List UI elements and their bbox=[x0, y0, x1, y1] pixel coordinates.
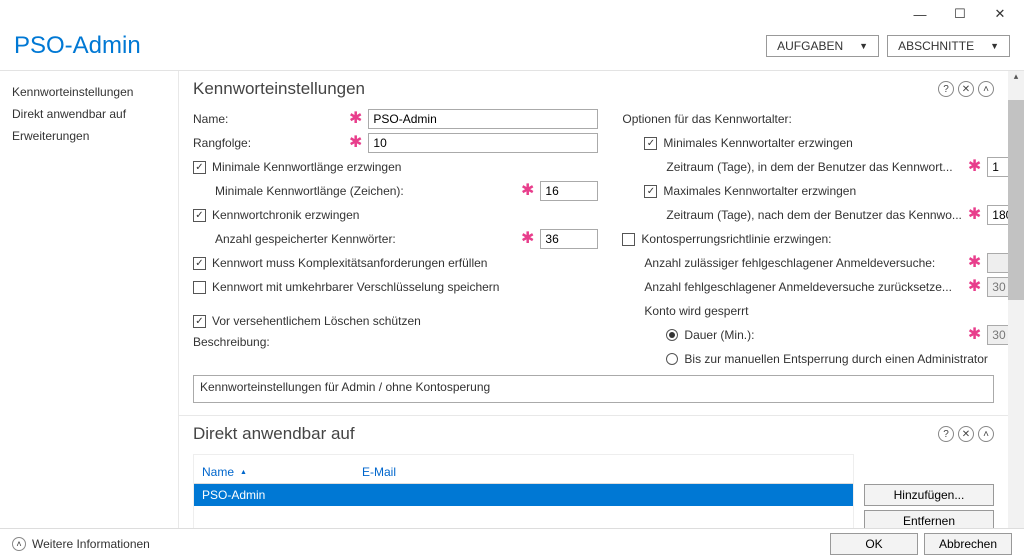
manual-unlock-radio[interactable] bbox=[666, 353, 678, 365]
table-row[interactable]: PSO-Admin bbox=[194, 484, 853, 506]
close-section-icon[interactable]: ✕ bbox=[958, 81, 974, 97]
required-icon: ✱ bbox=[349, 137, 362, 149]
min-length-chk-label: Minimale Kennwortlänge erzwingen bbox=[212, 160, 401, 174]
sidebar-item-extensions[interactable]: Erweiterungen bbox=[12, 125, 166, 147]
complexity-checkbox[interactable] bbox=[193, 257, 206, 270]
titlebar: — ☐ ✕ bbox=[0, 0, 1024, 28]
expand-icon: ˄ bbox=[12, 537, 26, 551]
section-title: Kennworteinstellungen bbox=[193, 79, 365, 99]
section-password-settings: Kennworteinstellungen ? ✕ ˄ Name: ✱ Rang… bbox=[179, 71, 1008, 416]
max-age-chk-label: Maximales Kennwortalter erzwingen bbox=[663, 184, 856, 198]
lockout-duration-input bbox=[987, 325, 1008, 345]
required-icon: ✱ bbox=[968, 281, 981, 293]
scrollbar-thumb[interactable] bbox=[1008, 100, 1024, 300]
reversible-checkbox[interactable] bbox=[193, 281, 206, 294]
required-icon: ✱ bbox=[968, 161, 981, 173]
complexity-chk-label: Kennwort muss Komplexitätsanforderungen … bbox=[212, 256, 487, 270]
footer: ˄ Weitere Informationen OK Abbrechen bbox=[0, 528, 1024, 558]
tasks-dropdown[interactable]: AUFGABEN▼ bbox=[766, 35, 879, 57]
collapse-section-icon[interactable]: ˄ bbox=[978, 81, 994, 97]
lockout-manual-label: Bis zur manuellen Entsperrung durch eine… bbox=[684, 352, 988, 366]
lockout-account-label: Konto wird gesperrt bbox=[644, 304, 748, 318]
header: PSO-Admin AUFGABEN▼ ABSCHNITTE▼ bbox=[0, 28, 1024, 71]
more-info-link[interactable]: ˄ Weitere Informationen bbox=[12, 537, 150, 551]
min-length-label: Minimale Kennwortlänge (Zeichen): bbox=[215, 184, 515, 198]
precedence-input[interactable] bbox=[368, 133, 598, 153]
max-age-label: Zeitraum (Tage), nach dem der Benutzer d… bbox=[666, 208, 961, 222]
sections-dropdown[interactable]: ABSCHNITTE▼ bbox=[887, 35, 1010, 57]
min-age-chk-label: Minimales Kennwortalter erzwingen bbox=[663, 136, 852, 150]
sidebar-item-applies-to[interactable]: Direkt anwendbar auf bbox=[12, 103, 166, 125]
collapse-section-icon[interactable]: ˄ bbox=[978, 426, 994, 442]
min-age-checkbox[interactable] bbox=[644, 137, 657, 150]
sidebar: Kennworteinstellungen Direkt anwendbar a… bbox=[0, 71, 178, 531]
min-age-input[interactable] bbox=[987, 157, 1008, 177]
duration-radio[interactable] bbox=[666, 329, 678, 341]
lockout-duration-label: Dauer (Min.): bbox=[684, 328, 961, 342]
history-checkbox[interactable] bbox=[193, 209, 206, 222]
maximize-button[interactable]: ☐ bbox=[940, 2, 980, 26]
cancel-button[interactable]: Abbrechen bbox=[924, 533, 1012, 555]
lockout-reset-input bbox=[987, 277, 1008, 297]
required-icon: ✱ bbox=[521, 233, 534, 245]
required-icon: ✱ bbox=[968, 209, 981, 221]
section-applies-to: Direkt anwendbar auf ? ✕ ˄ Name▲ E-Mail bbox=[179, 416, 1008, 531]
required-icon: ✱ bbox=[349, 113, 362, 125]
content-area: Kennworteinstellungen ? ✕ ˄ Name: ✱ Rang… bbox=[178, 71, 1008, 531]
section-title: Direkt anwendbar auf bbox=[193, 424, 355, 444]
lockout-checkbox[interactable] bbox=[622, 233, 635, 246]
name-label: Name: bbox=[193, 112, 343, 126]
help-icon[interactable]: ? bbox=[938, 426, 954, 442]
protect-chk-label: Vor versehentlichem Löschen schützen bbox=[212, 314, 421, 328]
reversible-chk-label: Kennwort mit umkehrbarer Verschlüsselung… bbox=[212, 280, 499, 294]
required-icon: ✱ bbox=[521, 185, 534, 197]
min-length-checkbox[interactable] bbox=[193, 161, 206, 174]
description-input[interactable]: Kennworteinstellungen für Admin / ohne K… bbox=[193, 375, 994, 403]
required-icon: ✱ bbox=[968, 257, 981, 269]
lockout-reset-label: Anzahl fehlgeschlagener Anmeldeversuche … bbox=[644, 280, 961, 294]
min-length-input[interactable] bbox=[540, 181, 598, 201]
lockout-attempts-label: Anzahl zulässiger fehlgeschlagener Anmel… bbox=[644, 256, 961, 270]
required-icon: ✱ bbox=[968, 329, 981, 341]
max-age-input[interactable] bbox=[987, 205, 1008, 225]
precedence-label: Rangfolge: bbox=[193, 136, 343, 150]
scroll-up-icon[interactable]: ▴ bbox=[1008, 71, 1024, 82]
column-name[interactable]: Name▲ bbox=[194, 461, 354, 483]
max-age-checkbox[interactable] bbox=[644, 185, 657, 198]
protect-checkbox[interactable] bbox=[193, 315, 206, 328]
caret-down-icon: ▼ bbox=[990, 41, 999, 51]
history-chk-label: Kennwortchronik erzwingen bbox=[212, 208, 359, 222]
age-options-label: Optionen für das Kennwortalter: bbox=[622, 112, 791, 126]
name-input[interactable] bbox=[368, 109, 598, 129]
history-label: Anzahl gespeicherter Kennwörter: bbox=[215, 232, 515, 246]
lockout-attempts-input bbox=[987, 253, 1008, 273]
sort-asc-icon: ▲ bbox=[240, 469, 247, 476]
close-section-icon[interactable]: ✕ bbox=[958, 426, 974, 442]
vertical-scrollbar[interactable]: ▴ bbox=[1008, 71, 1024, 531]
min-age-label: Zeitraum (Tage), in dem der Benutzer das… bbox=[666, 160, 961, 174]
help-icon[interactable]: ? bbox=[938, 81, 954, 97]
description-label: Beschreibung: bbox=[193, 335, 270, 349]
app-title: PSO-Admin bbox=[14, 32, 141, 60]
caret-down-icon: ▼ bbox=[859, 41, 868, 51]
column-email[interactable]: E-Mail bbox=[354, 461, 404, 483]
close-button[interactable]: ✕ bbox=[980, 2, 1020, 26]
sidebar-item-password-settings[interactable]: Kennworteinstellungen bbox=[12, 81, 166, 103]
history-input[interactable] bbox=[540, 229, 598, 249]
minimize-button[interactable]: — bbox=[900, 2, 940, 26]
add-button[interactable]: Hinzufügen... bbox=[864, 484, 994, 506]
lockout-chk-label: Kontosperrungsrichtlinie erzwingen: bbox=[641, 232, 831, 246]
ok-button[interactable]: OK bbox=[830, 533, 918, 555]
